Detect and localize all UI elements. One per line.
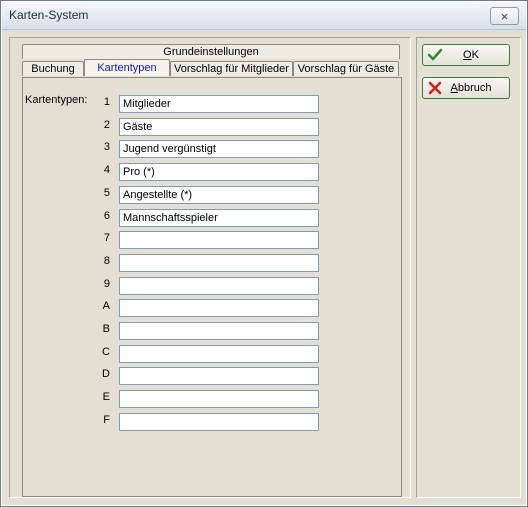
card-type-input[interactable]: Mitglieder [119, 95, 319, 113]
client-area: Grundeinstellungen Buchung Kartentypen V… [2, 30, 526, 505]
title-bar[interactable]: Karten-System × [2, 2, 526, 30]
row-number: D [102, 368, 110, 381]
card-type-input[interactable]: Gäste [119, 117, 319, 136]
red-x-icon [428, 81, 442, 95]
row-number: 3 [103, 141, 110, 154]
ok-label: OK [463, 49, 479, 61]
tab-kartentypen[interactable]: Kartentypen [84, 59, 170, 76]
tab-buchung[interactable]: Buchung [22, 61, 84, 76]
card-type-input[interactable] [119, 344, 319, 363]
tab-grundeinstellungen[interactable]: Grundeinstellungen [22, 44, 400, 59]
card-type-input[interactable]: Pro (*) [119, 163, 319, 182]
cancel-label: Abbruch [450, 82, 492, 94]
card-type-input[interactable] [119, 231, 319, 250]
row-number: A [102, 300, 110, 313]
dialog-window: Karten-System × Grundeinstellungen Buchu… [0, 0, 528, 507]
row-number: 6 [103, 209, 110, 222]
row-number: 9 [103, 277, 110, 290]
row-number: C [102, 345, 110, 358]
close-button[interactable]: × [490, 7, 519, 25]
row-number: 8 [103, 254, 110, 267]
kartentypen-label: Kartentypen: [25, 94, 88, 106]
ok-button[interactable]: OK [422, 44, 510, 66]
tab-row-top: Grundeinstellungen [22, 44, 400, 60]
card-type-input[interactable]: Jugend vergünstigt [119, 140, 319, 159]
checkmark-icon [427, 48, 443, 61]
button-panel [416, 37, 521, 498]
row-number: B [102, 323, 110, 335]
row-number: 4 [103, 164, 110, 177]
card-type-input[interactable]: Mannschaftsspieler [119, 208, 319, 227]
card-type-input[interactable] [119, 276, 319, 295]
row-number: 2 [103, 118, 110, 131]
tab-row-bottom: Buchung Kartentypen Vorschlag für Mitgli… [22, 59, 399, 77]
close-icon: × [500, 8, 509, 24]
window-title: Karten-System [9, 8, 89, 22]
row-number: 5 [103, 186, 110, 199]
tab-vorschlag-gaeste[interactable]: Vorschlag für Gäste [293, 61, 399, 76]
card-type-input[interactable] [119, 412, 319, 431]
card-type-input[interactable] [119, 390, 319, 409]
card-type-input[interactable] [119, 322, 319, 340]
row-number: F [103, 413, 110, 426]
card-type-input[interactable]: Angestellte (*) [119, 185, 319, 204]
row-number: 7 [103, 232, 110, 245]
row-number: 1 [103, 96, 110, 108]
row-number: E [102, 391, 110, 404]
tab-vorschlag-mitglieder[interactable]: Vorschlag für Mitglieder [170, 61, 293, 76]
card-type-input[interactable] [119, 253, 319, 272]
card-type-input[interactable] [119, 299, 319, 318]
settings-panel: Grundeinstellungen Buchung Kartentypen V… [9, 37, 411, 498]
card-type-input[interactable] [119, 367, 319, 386]
cancel-button[interactable]: Abbruch [422, 77, 510, 99]
